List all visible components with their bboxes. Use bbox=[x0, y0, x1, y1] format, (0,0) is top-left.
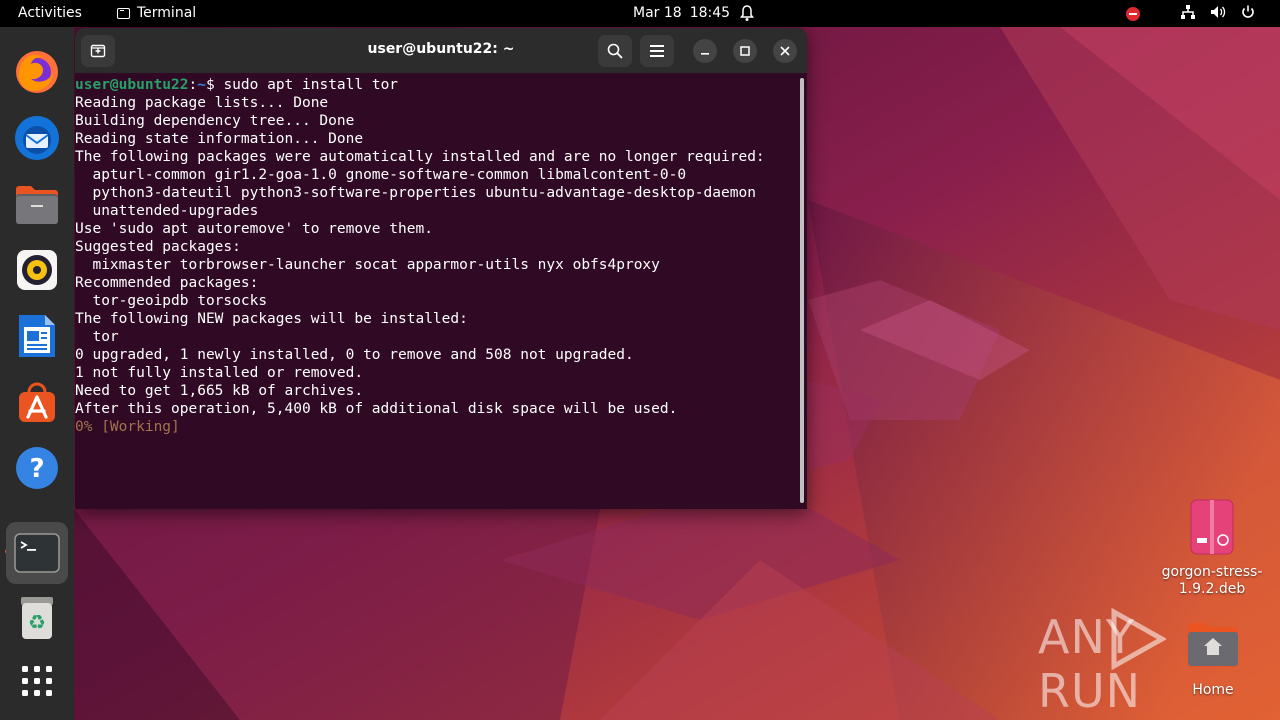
output-line: Building dependency tree... Done bbox=[75, 113, 355, 129]
output-line: The following NEW packages will be insta… bbox=[75, 311, 468, 327]
deb-file-label: gorgon-stress-1.9.2.deb bbox=[1161, 564, 1263, 597]
output-line: After this operation, 5,400 kB of additi… bbox=[75, 401, 678, 417]
thunderbird-icon bbox=[15, 116, 59, 160]
close-icon bbox=[780, 46, 790, 56]
progress-line: 0% [Working] bbox=[75, 419, 180, 435]
play-logo-icon bbox=[1111, 608, 1166, 670]
clock[interactable]: Mar 18 18:45 bbox=[633, 5, 730, 21]
clock-time: 18:45 bbox=[689, 5, 731, 21]
menu-button[interactable] bbox=[640, 35, 674, 67]
prompt-symbol: $ bbox=[205, 77, 224, 93]
output-line: Use 'sudo apt autoremove' to remove them… bbox=[75, 221, 433, 237]
writer-icon bbox=[19, 315, 55, 357]
output-line: Reading package lists... Done bbox=[75, 95, 329, 111]
minimize-button[interactable] bbox=[693, 39, 717, 63]
network-icon bbox=[1180, 4, 1196, 24]
dock: ? ♻ bbox=[0, 27, 74, 720]
firefox-icon bbox=[16, 51, 58, 93]
output-line: Need to get 1,665 kB of archives. bbox=[75, 383, 364, 399]
maximize-icon bbox=[740, 46, 750, 56]
power-icon bbox=[1240, 4, 1256, 24]
app-menu-label: Terminal bbox=[137, 5, 197, 21]
output-line: mixmaster torbrowser-launcher socat appa… bbox=[75, 257, 660, 273]
maximize-button[interactable] bbox=[733, 39, 757, 63]
dock-item-show-applications[interactable] bbox=[10, 654, 64, 708]
top-bar: Activities Terminal Mar 18 18:45 bbox=[0, 0, 1280, 27]
dock-item-terminal[interactable] bbox=[6, 522, 68, 584]
app-menu[interactable]: Terminal bbox=[117, 5, 196, 21]
minimize-icon bbox=[701, 53, 709, 55]
hamburger-menu-icon bbox=[650, 45, 664, 57]
output-line: Reading state information... Done bbox=[75, 131, 364, 147]
deb-package-icon bbox=[1190, 499, 1234, 555]
dock-item-ubuntu-software[interactable] bbox=[10, 375, 64, 429]
terminal-icon bbox=[117, 7, 130, 19]
dock-item-writer[interactable] bbox=[10, 309, 64, 363]
prompt-separator: : bbox=[188, 77, 198, 93]
prompt-path: ~ bbox=[197, 77, 206, 93]
output-line: tor bbox=[75, 329, 119, 345]
desktop-icon-deb-file[interactable]: gorgon-stress-1.9.2.deb bbox=[1148, 498, 1276, 598]
do-not-disturb-icon bbox=[1126, 7, 1140, 21]
output-line: 0 upgraded, 1 newly installed, 0 to remo… bbox=[75, 347, 634, 363]
dock-item-trash[interactable]: ♻ bbox=[10, 591, 64, 645]
output-line: The following packages were automaticall… bbox=[75, 149, 765, 165]
trash-icon: ♻ bbox=[21, 597, 53, 639]
volume-icon bbox=[1210, 4, 1226, 24]
search-icon bbox=[607, 43, 623, 59]
activities-button[interactable]: Activities bbox=[18, 5, 82, 21]
terminal-window[interactable]: user@ubuntu22: ~ user@ubuntu22:~$ sudo a… bbox=[75, 28, 807, 509]
dock-item-rhythmbox[interactable] bbox=[10, 243, 64, 297]
output-line: 1 not fully installed or removed. bbox=[75, 365, 364, 381]
notification-bell-icon bbox=[739, 4, 755, 26]
help-icon: ? bbox=[16, 447, 58, 489]
output-line: tor-geoipdb torsocks bbox=[75, 293, 268, 309]
command-text: sudo apt install tor bbox=[223, 77, 399, 93]
rhythmbox-icon bbox=[17, 250, 57, 290]
system-status-area[interactable] bbox=[1126, 4, 1256, 24]
output-line: apturl-common gir1.2-goa-1.0 gnome-softw… bbox=[75, 167, 687, 183]
dock-item-thunderbird[interactable] bbox=[10, 111, 64, 165]
prompt-user: user@ubuntu22 bbox=[75, 77, 189, 93]
anyrun-watermark: ANY RUN bbox=[1038, 608, 1280, 718]
svg-text:♻: ♻ bbox=[28, 610, 46, 634]
clock-date: Mar 18 bbox=[633, 5, 682, 21]
output-line: python3-dateutil python3-software-proper… bbox=[75, 185, 756, 201]
svg-text:?: ? bbox=[29, 454, 44, 484]
prompt-line: user@ubuntu22:~$ sudo apt install tor bbox=[75, 76, 797, 94]
dock-item-help[interactable]: ? bbox=[10, 441, 64, 495]
output-line: Suggested packages: bbox=[75, 239, 241, 255]
terminal-icon bbox=[14, 533, 60, 573]
output-line: unattended-upgrades bbox=[75, 203, 259, 219]
terminal-output[interactable]: user@ubuntu22:~$ sudo apt install tor Re… bbox=[75, 74, 797, 509]
dock-item-files[interactable] bbox=[10, 177, 64, 231]
terminal-scrollbar[interactable] bbox=[800, 78, 804, 503]
close-button[interactable] bbox=[773, 39, 797, 63]
files-icon bbox=[16, 186, 58, 224]
dock-item-firefox[interactable] bbox=[10, 45, 64, 99]
search-button[interactable] bbox=[598, 35, 632, 67]
app-grid-icon bbox=[22, 666, 52, 696]
output-line: Recommended packages: bbox=[75, 275, 259, 291]
window-titlebar[interactable]: user@ubuntu22: ~ bbox=[75, 28, 807, 73]
software-icon bbox=[19, 382, 55, 422]
